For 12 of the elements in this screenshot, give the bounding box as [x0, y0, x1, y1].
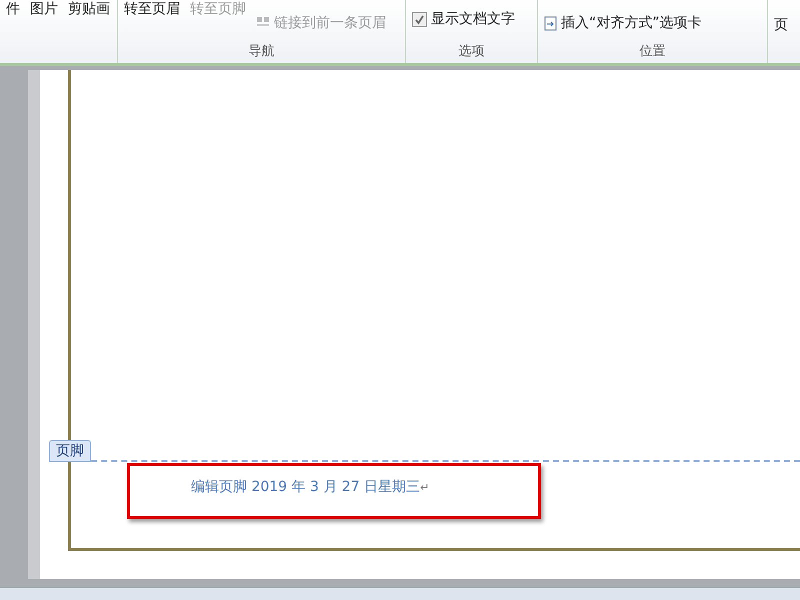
group-label: 选项: [458, 43, 484, 60]
group-label: 页: [774, 16, 788, 34]
ribbon-button[interactable]: 件: [6, 0, 20, 18]
ribbon-button[interactable]: 剪贴画: [68, 0, 110, 18]
ribbon-button[interactable]: 图片: [30, 0, 58, 18]
group-label: 导航: [248, 43, 274, 60]
group-label: 位置: [640, 43, 666, 60]
show-document-text-checkbox[interactable]: 显示文档文字: [412, 10, 515, 28]
footer-text[interactable]: 编辑页脚 2019 年 3 月 27 日星期三↵: [191, 478, 430, 496]
navigation-button[interactable]: 转至页眉: [124, 0, 180, 18]
insert-alignment-tab-button[interactable]: 插入“对齐方式”选项卡: [544, 14, 702, 32]
checkbox-icon[interactable]: [412, 12, 427, 26]
